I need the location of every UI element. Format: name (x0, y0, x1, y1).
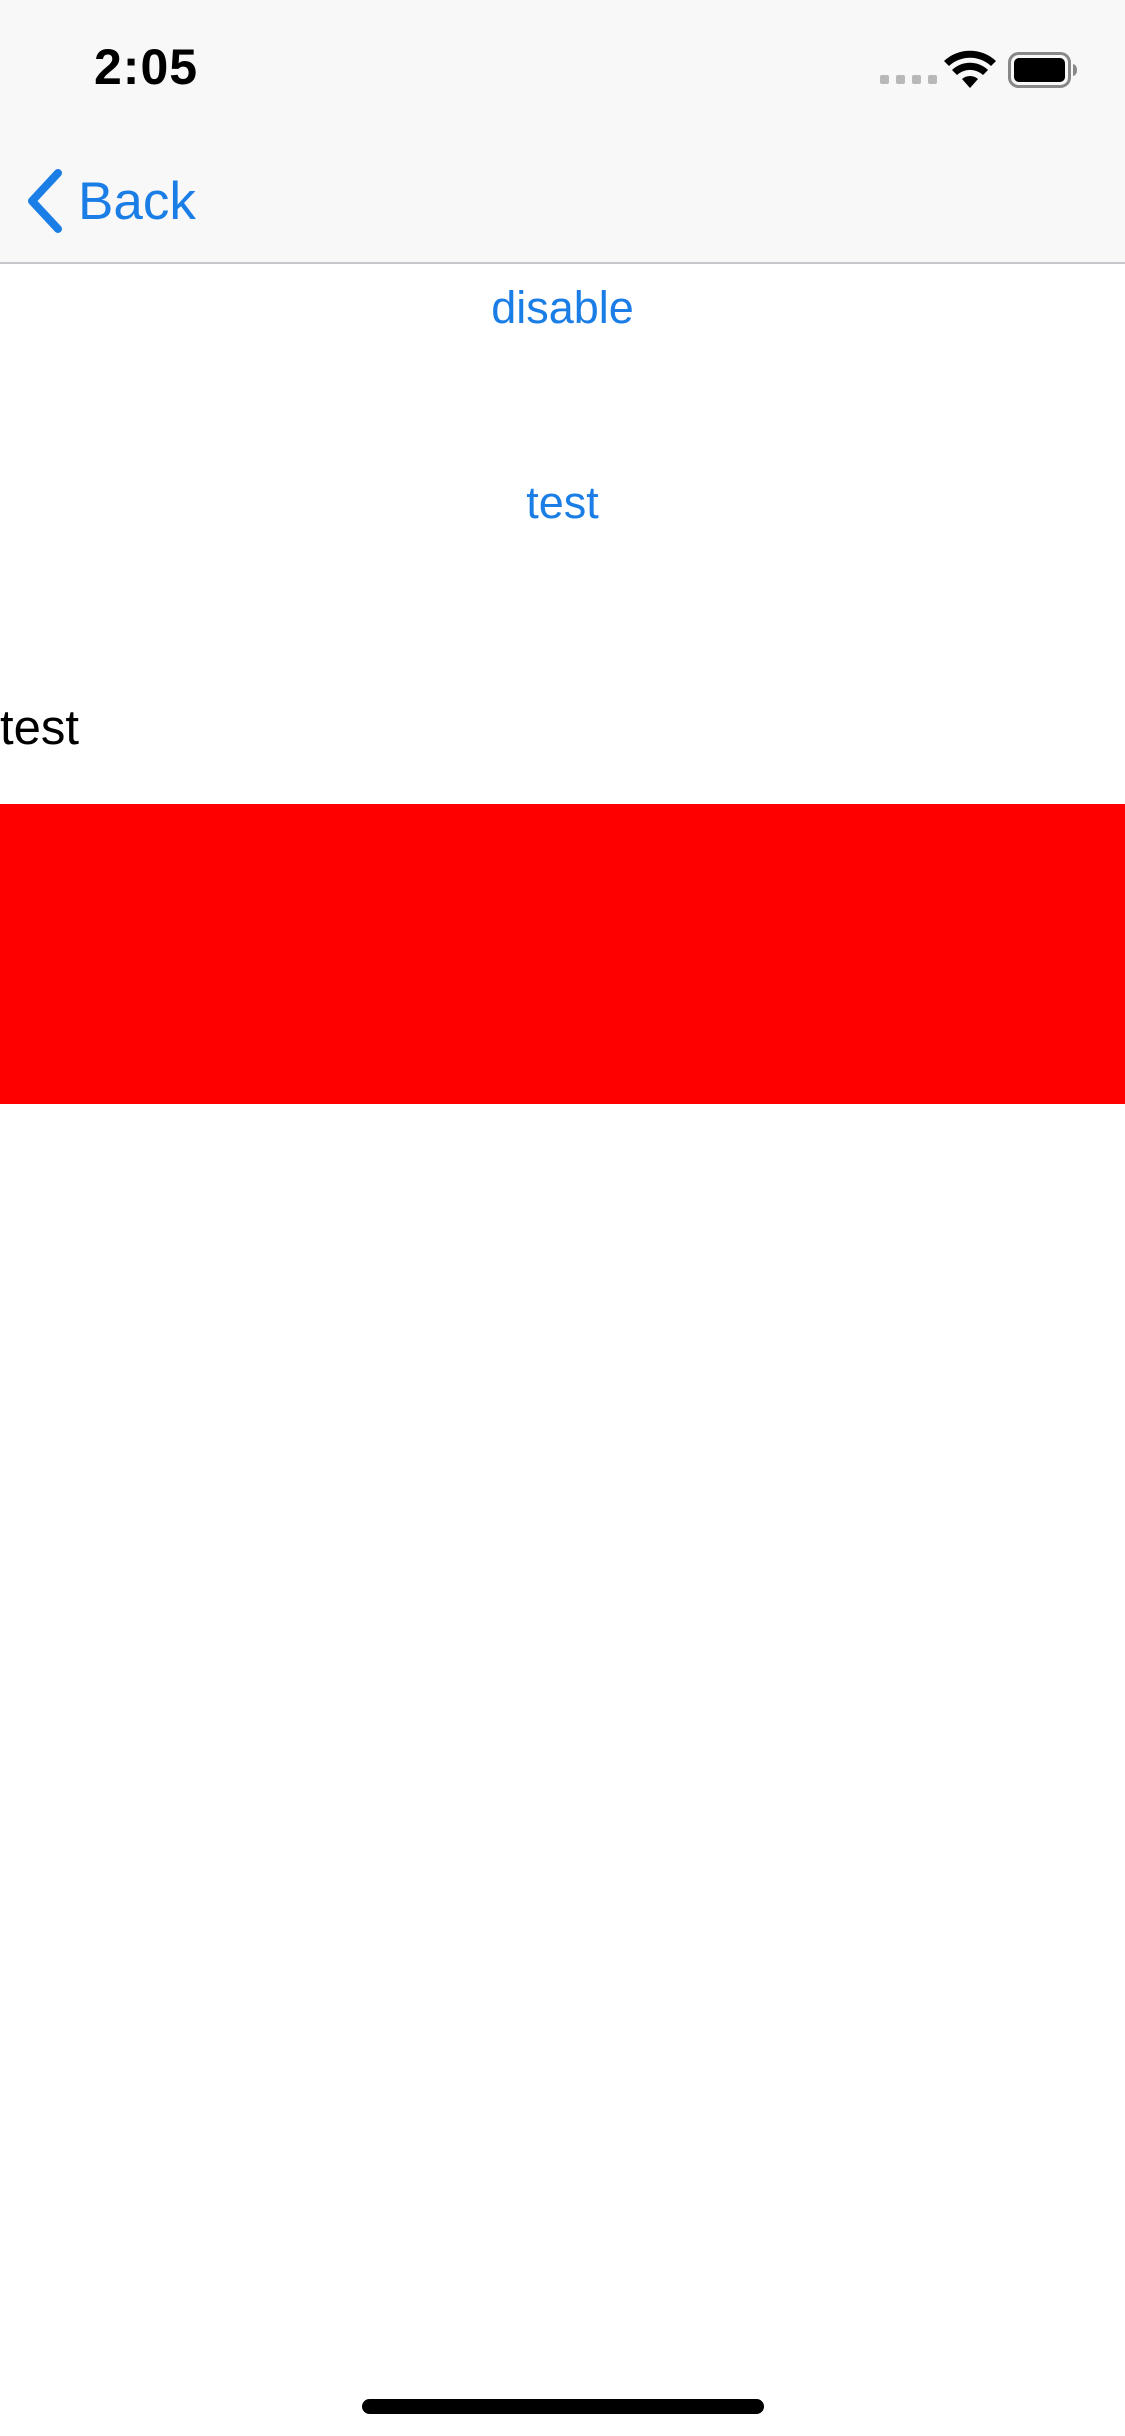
signal-dots-icon (880, 75, 937, 84)
red-view (0, 804, 1125, 1104)
back-button-label: Back (78, 171, 196, 231)
disable-button[interactable]: disable (0, 282, 1125, 334)
signal-dot (928, 75, 937, 84)
app-screen: 2:05 Back disable test test (0, 0, 1125, 2436)
signal-dot (896, 75, 905, 84)
status-time: 2:05 (94, 39, 199, 95)
navigation-bar: 2:05 Back (0, 0, 1125, 264)
home-indicator[interactable] (362, 2399, 764, 2414)
test-button[interactable]: test (0, 477, 1125, 529)
chevron-left-icon (28, 169, 62, 233)
battery-icon (1008, 52, 1077, 88)
test-text-label: test (0, 701, 79, 755)
signal-dot (912, 75, 921, 84)
back-button[interactable]: Back (24, 166, 196, 236)
signal-dot (880, 75, 889, 84)
wifi-icon (944, 50, 996, 88)
